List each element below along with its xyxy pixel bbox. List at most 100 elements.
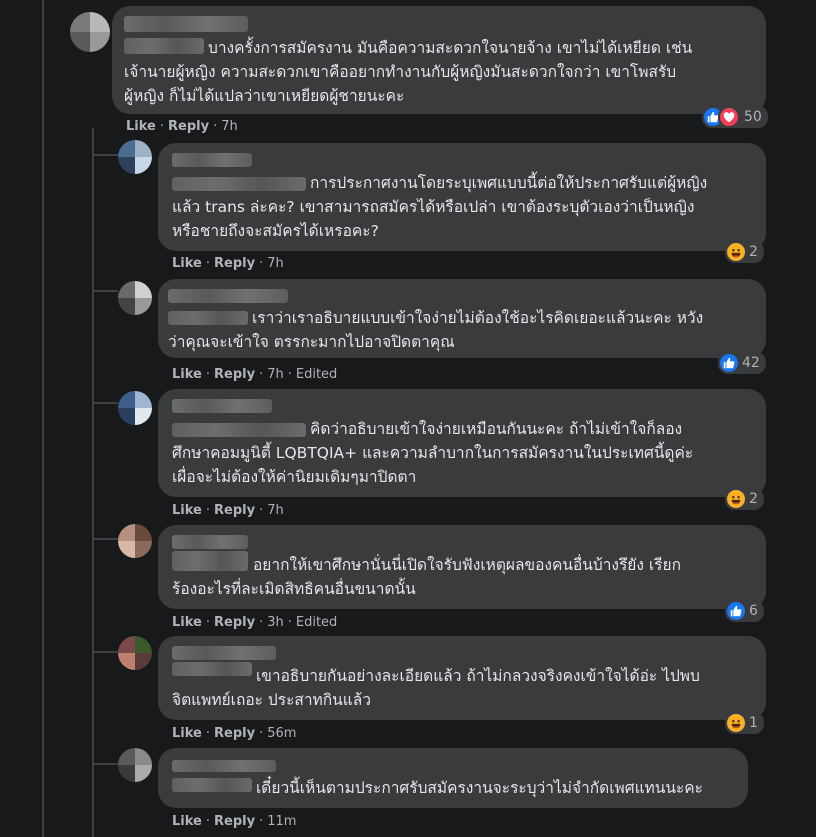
reply-button[interactable]: Reply xyxy=(214,503,255,518)
comment-actions: Like · Reply · 56m xyxy=(172,726,296,741)
reaction-summary[interactable]: 42 xyxy=(718,352,766,374)
comment-text-line: อยากให้เขาศึกษานั่นนี่เปิดใจรับฟังเหตุผล… xyxy=(253,556,681,574)
reply-button[interactable]: Reply xyxy=(168,119,209,134)
reply-connector xyxy=(92,290,118,292)
like-button[interactable]: Like xyxy=(172,256,202,271)
reaction-count: 6 xyxy=(749,603,758,619)
comment-text-line: ผู้หญิง ก็ไม่ได้แปลว่าเขาเหยียดผู้ชายนะค… xyxy=(124,87,405,105)
avatar[interactable] xyxy=(118,140,152,174)
reaction-count: 2 xyxy=(749,491,758,507)
reaction-summary[interactable]: 2 xyxy=(725,241,764,263)
separator-dot: · xyxy=(287,615,292,630)
avatar[interactable] xyxy=(118,748,152,782)
like-button[interactable]: Like xyxy=(172,726,202,741)
separator-dot: · xyxy=(205,814,210,829)
separator-dot: · xyxy=(205,726,210,741)
haha-icon xyxy=(727,243,745,261)
reaction-summary[interactable]: 6 xyxy=(725,600,764,622)
like-button[interactable]: Like xyxy=(126,119,156,134)
separator-dot: · xyxy=(259,367,264,382)
love-icon xyxy=(718,106,740,128)
separator-dot: · xyxy=(259,726,264,741)
comment-text-line: ร้องอะไรที่ละเมิดสิทธิคนอื่นขนาดนั้น xyxy=(172,580,416,598)
timestamp[interactable]: 7h xyxy=(267,256,284,271)
reply-button[interactable]: Reply xyxy=(214,814,255,829)
separator-dot: · xyxy=(213,119,218,134)
comment-text-line: บางครั้งการสมัครงาน มันคือความสะดวกใจนาย… xyxy=(208,39,693,57)
avatar[interactable] xyxy=(118,391,152,425)
separator-dot: · xyxy=(287,367,292,382)
reply-button[interactable]: Reply xyxy=(214,615,255,630)
reply-button[interactable]: Reply xyxy=(214,367,255,382)
redacted-mention xyxy=(124,38,204,54)
comment-text-line: จิตแพทย์เถอะ ประสาทกินแล้ว xyxy=(172,691,371,709)
avatar[interactable] xyxy=(118,636,152,670)
author-name-redacted[interactable] xyxy=(172,760,276,772)
redacted-mention xyxy=(172,551,248,571)
comment-text-line: แล้ว trans ล่ะคะ? เขาสามารถสมัครได้หรือเ… xyxy=(172,198,695,216)
author-name-redacted[interactable] xyxy=(124,16,248,32)
reply-connector xyxy=(92,154,118,156)
comment-text-line: การประกาศงานโดยระบุเพศแบบนี้ต่อให้ประกาศ… xyxy=(310,174,708,192)
reaction-count: 1 xyxy=(749,715,758,731)
redacted-mention xyxy=(172,423,306,437)
redacted-mention xyxy=(172,778,252,792)
separator-dot: · xyxy=(205,503,210,518)
edited-label[interactable]: Edited xyxy=(296,367,337,382)
like-button[interactable]: Like xyxy=(172,367,202,382)
comment-actions: Like · Reply · 7h · Edited xyxy=(172,367,337,382)
like-button[interactable]: Like xyxy=(172,814,202,829)
author-name-redacted[interactable] xyxy=(168,289,288,303)
comment-text-line: คิดว่าอธิบายเข้าใจง่ายเหมือนกันนะคะ ถ้าไ… xyxy=(310,420,683,438)
comment-actions: Like · Reply · 11m xyxy=(172,814,296,829)
timestamp[interactable]: 7h xyxy=(267,503,284,518)
author-name-redacted[interactable] xyxy=(172,535,248,549)
reaction-summary[interactable]: 1 xyxy=(725,712,764,734)
comment-text-line: เดี๋ยวนี้เห็นตามประกาศรับสมัครงานจะระบุว… xyxy=(256,779,703,797)
reaction-summary[interactable]: 2 xyxy=(725,488,764,510)
like-icon xyxy=(727,602,745,620)
author-name-redacted[interactable] xyxy=(172,153,252,167)
edited-label[interactable]: Edited xyxy=(296,615,337,630)
like-button[interactable]: Like xyxy=(172,615,202,630)
comment-text-line: เจ้านายผู้หญิง ความสะดวกเขาคืออยากทำงานก… xyxy=(124,63,677,81)
author-name-redacted[interactable] xyxy=(172,646,276,660)
comment-actions: Like · Reply · 7h xyxy=(172,503,284,518)
separator-dot: · xyxy=(259,814,264,829)
comment-text-line: เราว่าเราอธิบายแบบเข้าใจง่ายไม่ต้องใช้อะ… xyxy=(252,309,704,327)
reaction-count: 2 xyxy=(749,244,758,260)
redacted-mention xyxy=(172,662,252,676)
thread-connector xyxy=(92,128,94,837)
comment-text-line: เขาอธิบายกันอย่างละเอียดแล้ว ถ้าไม่กลวงจ… xyxy=(256,667,700,685)
redacted-mention xyxy=(168,311,248,325)
reply-button[interactable]: Reply xyxy=(214,726,255,741)
timestamp[interactable]: 11m xyxy=(267,814,296,829)
author-name-redacted[interactable] xyxy=(172,399,272,413)
avatar[interactable] xyxy=(118,524,152,558)
like-icon xyxy=(720,354,738,372)
timestamp[interactable]: 56m xyxy=(267,726,296,741)
haha-icon xyxy=(727,490,745,508)
separator-dot: · xyxy=(159,119,164,134)
reply-button[interactable]: Reply xyxy=(214,256,255,271)
separator-dot: · xyxy=(259,615,264,630)
timestamp[interactable]: 7h xyxy=(221,119,238,134)
timestamp[interactable]: 3h xyxy=(267,615,284,630)
avatar[interactable] xyxy=(118,281,152,315)
timestamp[interactable]: 7h xyxy=(267,367,284,382)
reply-connector xyxy=(92,763,118,765)
comment-actions: Like · Reply · 3h · Edited xyxy=(172,615,337,630)
comment-actions: Like · Reply · 7h xyxy=(172,256,284,271)
separator-dot: · xyxy=(205,615,210,630)
reaction-summary[interactable]: 50 xyxy=(702,106,768,128)
like-button[interactable]: Like xyxy=(172,503,202,518)
comment-text-line: ว่าคุณจะเข้าใจ ตรรกะมากไปอาจปิดตาคุณ xyxy=(168,333,455,351)
separator-dot: · xyxy=(205,256,210,271)
comment-text-line: ศึกษาคอมมูนิตี้ LQBTQIA+ และความลำบากในก… xyxy=(172,444,694,462)
separator-dot: · xyxy=(205,367,210,382)
separator-dot: · xyxy=(259,256,264,271)
comment-actions: Like · Reply · 7h xyxy=(126,119,238,134)
reply-connector xyxy=(92,402,118,404)
avatar[interactable] xyxy=(70,12,110,52)
separator-dot: · xyxy=(259,503,264,518)
